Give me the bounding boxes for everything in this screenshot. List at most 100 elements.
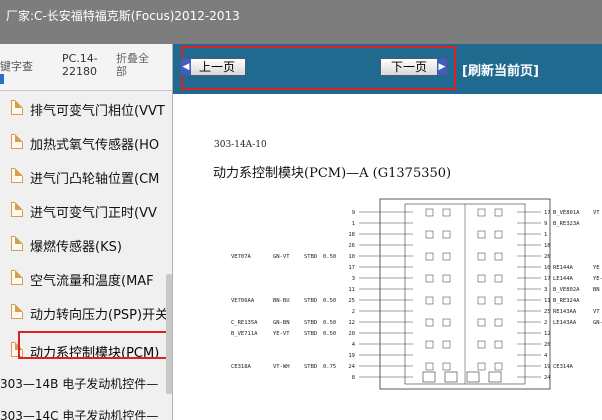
left-pin-number: 17 bbox=[348, 265, 355, 271]
left-wire-color: GN-VT bbox=[273, 254, 290, 260]
tree-item-label: 动力转向压力(PSP)开关 bbox=[30, 308, 169, 323]
left-signal-name: CE318A bbox=[231, 364, 252, 370]
pin-terminal bbox=[425, 208, 434, 217]
arrow-left-icon: ◀ bbox=[181, 59, 191, 75]
left-pin-number: 26 bbox=[348, 243, 355, 249]
left-pin-number: 2 bbox=[352, 309, 355, 315]
tab-keyword-search[interactable]: 键字查 bbox=[0, 60, 40, 73]
left-wire-size: STBD bbox=[304, 331, 317, 337]
selection-highlight bbox=[18, 331, 168, 359]
right-pin-number: 19 bbox=[544, 364, 551, 370]
tree-item[interactable]: 进气可变气门正时(VV bbox=[0, 194, 166, 228]
left-wire-color: YE-VT bbox=[273, 331, 290, 337]
pin-terminal bbox=[425, 274, 434, 283]
bottom-terminal bbox=[422, 371, 436, 383]
pin-terminal bbox=[477, 230, 486, 239]
right-wire-color: VT bbox=[593, 309, 600, 315]
connector-diagram: 9 17 B_VE801A VT1 9 B_RE323A18 126 1810 2617 10 RE… bbox=[231, 198, 602, 390]
left-wire-color: VT-WH bbox=[273, 364, 290, 370]
page-nav-bar: ◀ 上一页 下一页 ▶ [刷新当前页] bbox=[173, 44, 602, 94]
prev-page-button[interactable]: ◀ 上一页 bbox=[180, 58, 246, 76]
pin-terminal bbox=[425, 296, 434, 305]
pin-terminal bbox=[425, 252, 434, 261]
tree-item[interactable]: 进气门凸轮轴位置(CM bbox=[0, 160, 166, 194]
right-wire-color: BN bbox=[593, 287, 600, 293]
document-view: 303-14A-10 动力系控制模块(PCM)—A (G1375350) 9 17… bbox=[173, 94, 602, 420]
left-wire-gauge: 0.50 bbox=[323, 331, 336, 337]
right-wire-color: VT bbox=[593, 210, 600, 216]
refresh-page-link[interactable]: [刷新当前页] bbox=[462, 60, 539, 79]
tab-indicator bbox=[0, 74, 4, 84]
right-pin-number: 1 bbox=[544, 232, 547, 238]
left-pin-number: 8 bbox=[352, 375, 355, 381]
tree-item[interactable]: 爆燃传感器(KS) bbox=[0, 228, 166, 262]
right-signal-name: LE143AA bbox=[553, 320, 577, 326]
pin-terminal bbox=[442, 252, 451, 261]
left-wire-size: STBD bbox=[304, 320, 317, 326]
pin-terminal bbox=[494, 318, 503, 327]
pin-terminal bbox=[442, 208, 451, 217]
right-pin-number: 9 bbox=[544, 221, 547, 227]
document-icon bbox=[11, 270, 23, 285]
tab-collapse-all[interactable]: 折叠全部 bbox=[116, 52, 156, 78]
left-pin-number: 19 bbox=[348, 353, 355, 359]
title-bar: 厂家:C-长安福特福克斯(Focus)2012-2013 bbox=[0, 0, 602, 44]
tree-item-label: 进气门凸轮轴位置(CM bbox=[30, 172, 160, 187]
tree-group-303-14c[interactable]: 303—14C 电子发动机控件— bbox=[0, 407, 158, 420]
pin-terminal bbox=[477, 362, 486, 371]
right-pin-number: 2 bbox=[544, 320, 547, 326]
pin-terminal bbox=[477, 318, 486, 327]
right-signal-name: LE144A bbox=[553, 276, 574, 282]
left-pin-number: 20 bbox=[348, 331, 355, 337]
window-title: 厂家:C-长安福特福克斯(Focus)2012-2013 bbox=[6, 9, 240, 23]
pin-terminal bbox=[425, 318, 434, 327]
tree-scrollbar[interactable] bbox=[166, 274, 172, 394]
right-pin-number: 26 bbox=[544, 254, 551, 260]
tab-document-code[interactable]: PC.14-22180 bbox=[62, 52, 108, 78]
tree-item-selected[interactable]: 动力系控制模块(PCM) bbox=[0, 331, 168, 368]
next-page-button[interactable]: 下一页 ▶ bbox=[380, 58, 448, 76]
right-signal-name: B_VE802A bbox=[553, 287, 580, 293]
right-signal-name: RE143AA bbox=[553, 309, 577, 315]
bottom-terminal bbox=[466, 371, 480, 383]
left-pin-number: 9 bbox=[352, 210, 355, 216]
right-pin-number: 18 bbox=[544, 243, 551, 249]
bottom-terminal bbox=[444, 371, 458, 383]
right-pin-number: 12 bbox=[544, 331, 551, 337]
left-wire-size: STBD bbox=[304, 298, 317, 304]
document-title: 动力系控制模块(PCM)—A (G1375350) bbox=[213, 166, 452, 181]
pin-terminal bbox=[442, 274, 451, 283]
pin-terminal bbox=[477, 340, 486, 349]
right-wire-color: YE bbox=[593, 265, 600, 271]
left-signal-name: C_RE135A bbox=[231, 320, 258, 326]
tree-item-label: 加热式氧气传感器(HO bbox=[30, 138, 160, 153]
right-signal-name: CE314A bbox=[553, 364, 574, 370]
tree-item[interactable]: 加热式氧气传感器(HO bbox=[0, 126, 166, 160]
pin-terminal bbox=[494, 230, 503, 239]
tree-item[interactable]: 空气流量和温度(MAF bbox=[0, 262, 166, 296]
tree-item-label: 爆燃传感器(KS) bbox=[30, 240, 122, 255]
document-icon bbox=[11, 100, 23, 115]
pin-terminal bbox=[494, 252, 503, 261]
pin-terminal bbox=[477, 252, 486, 261]
left-pin-number: 12 bbox=[348, 320, 355, 326]
document-icon bbox=[11, 134, 23, 149]
pin-terminal bbox=[425, 230, 434, 239]
left-pin-number: 18 bbox=[348, 232, 355, 238]
right-signal-name: B_RE323A bbox=[553, 221, 580, 227]
left-signal-name: VE706AA bbox=[231, 298, 255, 304]
pin-terminal bbox=[442, 318, 451, 327]
right-pin-number: 25 bbox=[544, 309, 551, 315]
tree-item[interactable]: 排气可变气门相位(VVT bbox=[0, 92, 166, 126]
pin-terminal bbox=[477, 274, 486, 283]
left-pin-number: 10 bbox=[348, 254, 355, 260]
pin-terminal bbox=[494, 296, 503, 305]
pin-terminal bbox=[442, 340, 451, 349]
pin-terminal bbox=[494, 274, 503, 283]
pin-terminal bbox=[442, 362, 451, 371]
right-pin-number: 11 bbox=[544, 298, 551, 304]
tree-group-303-14b[interactable]: 303—14B 电子发动机控件— bbox=[0, 375, 158, 392]
tree-item[interactable]: 动力转向压力(PSP)开关 bbox=[0, 296, 169, 330]
left-wire-color: GN-BN bbox=[273, 320, 290, 326]
right-signal-name: B_RE324A bbox=[553, 298, 580, 304]
